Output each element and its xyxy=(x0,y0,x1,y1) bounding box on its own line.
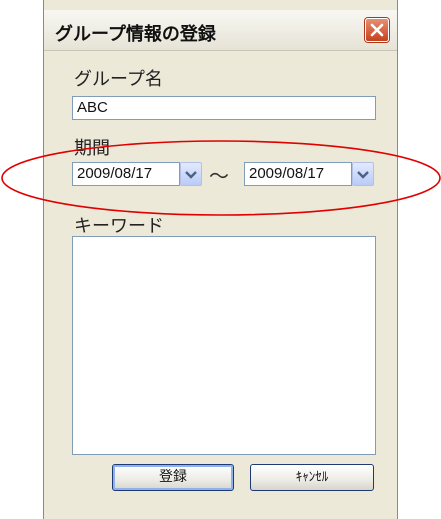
date-range-separator: ～ xyxy=(209,164,229,188)
keyword-label: キーワード xyxy=(74,216,164,237)
keyword-textarea[interactable] xyxy=(72,236,376,455)
end-date-dropdown-button[interactable] xyxy=(352,162,374,186)
group-name-label: グループ名 xyxy=(74,69,163,90)
start-date-field[interactable]: 2009/08/17 xyxy=(72,162,180,186)
window-title: グループ情報の登録 xyxy=(55,24,216,45)
close-icon xyxy=(370,23,384,37)
cancel-button[interactable]: ｷｬﾝｾﾙ xyxy=(250,464,374,491)
close-button[interactable] xyxy=(365,18,389,42)
period-label: 期間 xyxy=(74,138,110,159)
chevron-down-icon xyxy=(185,171,197,179)
chevron-down-icon xyxy=(357,171,369,179)
group-name-input[interactable]: ABC xyxy=(72,96,376,120)
title-bar[interactable]: グループ情報の登録 xyxy=(44,10,397,51)
register-button[interactable]: 登録 xyxy=(112,464,234,491)
group-registration-dialog: グループ情報の登録 グループ名 ABC 期間 2009/08/17 ～ 2009… xyxy=(43,0,398,519)
start-date-dropdown-button[interactable] xyxy=(180,162,202,186)
end-date-field[interactable]: 2009/08/17 xyxy=(244,162,352,186)
